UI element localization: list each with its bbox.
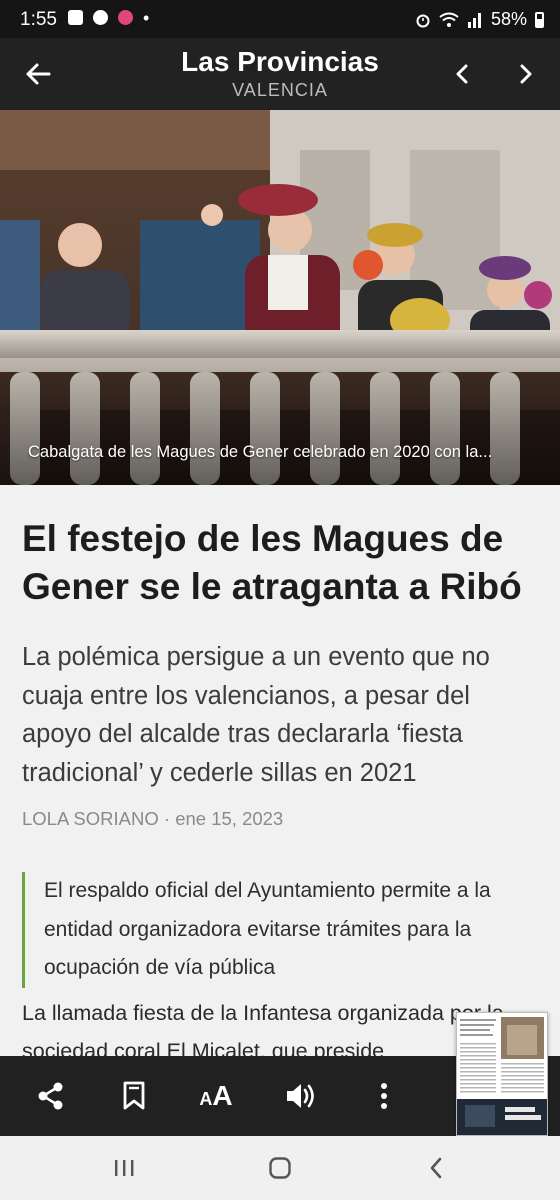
chevron-right-icon — [520, 64, 532, 84]
system-navigation-bar — [0, 1136, 560, 1200]
wifi-icon — [439, 12, 459, 27]
facebook-icon — [93, 10, 108, 25]
chevron-left-icon — [456, 64, 468, 84]
font-size-icon: AA — [199, 1080, 233, 1111]
home-button[interactable] — [260, 1152, 300, 1184]
article-subheadline: La polémica persigue a un evento que no … — [22, 643, 490, 787]
chevron-left-icon — [430, 1157, 442, 1179]
system-back-button[interactable] — [416, 1152, 456, 1184]
previous-article-button[interactable] — [446, 58, 478, 90]
more-options-button[interactable] — [364, 1076, 404, 1116]
app-bar: Las Provincias VALENCIA — [0, 38, 560, 110]
app-icon — [118, 10, 133, 25]
article-headline: El festejo de les Magues de Gener se le … — [22, 518, 522, 607]
pull-quote: El respaldo oficial del Ayuntamiento per… — [22, 872, 538, 988]
font-size-button[interactable]: AA — [196, 1076, 236, 1116]
notification-icons: • — [68, 7, 150, 28]
system-icons: 58% — [415, 9, 544, 30]
hero-photo — [0, 110, 560, 485]
share-button[interactable] — [31, 1076, 71, 1116]
alarm-icon — [416, 14, 430, 27]
more-notifications-dot: • — [143, 7, 150, 28]
status-time: 1:55 — [20, 9, 57, 30]
next-article-button[interactable] — [510, 58, 542, 90]
bookmark-button[interactable] — [114, 1076, 154, 1116]
home-icon — [269, 1157, 291, 1179]
newspaper-page-preview — [457, 1013, 547, 1135]
status-bar: 1:55 • 58% — [0, 0, 560, 38]
byline-separator: · — [158, 808, 176, 829]
volume-icon — [287, 1084, 314, 1108]
battery-icon — [535, 11, 544, 28]
publish-date: ene 15, 2023 — [175, 808, 284, 829]
page-thumbnail[interactable] — [456, 1012, 548, 1136]
battery-percent: 58% — [490, 9, 527, 29]
article-hero-image[interactable]: Cabalgata de les Magues de Gener celebra… — [0, 110, 560, 485]
gallery-icon — [68, 10, 83, 25]
share-icon — [38, 1082, 63, 1110]
recent-apps-icon — [115, 1160, 134, 1176]
recent-apps-button[interactable] — [104, 1152, 144, 1184]
article-byline: LOLA SORIANO · ene 15, 2023 — [22, 808, 283, 830]
bookmark-icon — [123, 1081, 145, 1110]
image-caption: Cabalgata de les Magues de Gener celebra… — [28, 443, 493, 461]
author-name[interactable]: LOLA SORIANO — [22, 808, 159, 829]
signal-icon — [467, 12, 481, 28]
more-icon — [381, 1083, 387, 1109]
listen-button[interactable] — [280, 1076, 320, 1116]
